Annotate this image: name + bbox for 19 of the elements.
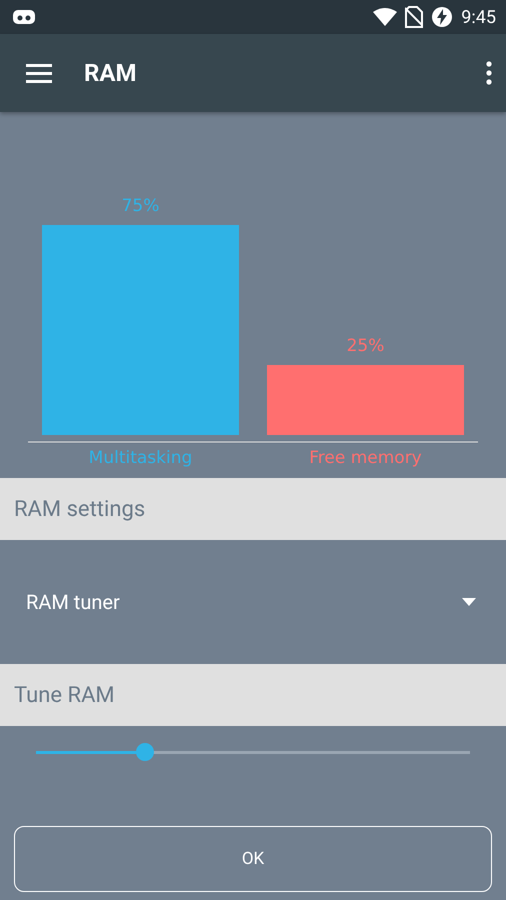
battery-charging-icon [431, 6, 454, 28]
more-options-icon[interactable] [486, 61, 492, 85]
menu-icon[interactable] [26, 63, 52, 83]
value-label: 75% [122, 196, 160, 216]
robot-icon [12, 9, 36, 25]
dropdown[interactable]: RAM tuner [0, 540, 506, 664]
value-label: 25% [346, 336, 384, 356]
slider-thumb[interactable] [136, 743, 154, 761]
slider-track[interactable] [36, 743, 470, 761]
section-header: Tune RAM [14, 682, 115, 708]
section-header: RAM settings [14, 496, 146, 522]
toolbar-title: RAM [84, 59, 138, 87]
ok-button[interactable]: OK [14, 826, 492, 892]
wifi-icon [373, 8, 398, 26]
dropdown-arrow-icon [462, 598, 476, 606]
category-label: Multitasking [88, 448, 192, 468]
category-label: Free memory [309, 448, 422, 468]
no-sim-icon [405, 6, 424, 28]
clock: 9:45 [461, 6, 496, 28]
